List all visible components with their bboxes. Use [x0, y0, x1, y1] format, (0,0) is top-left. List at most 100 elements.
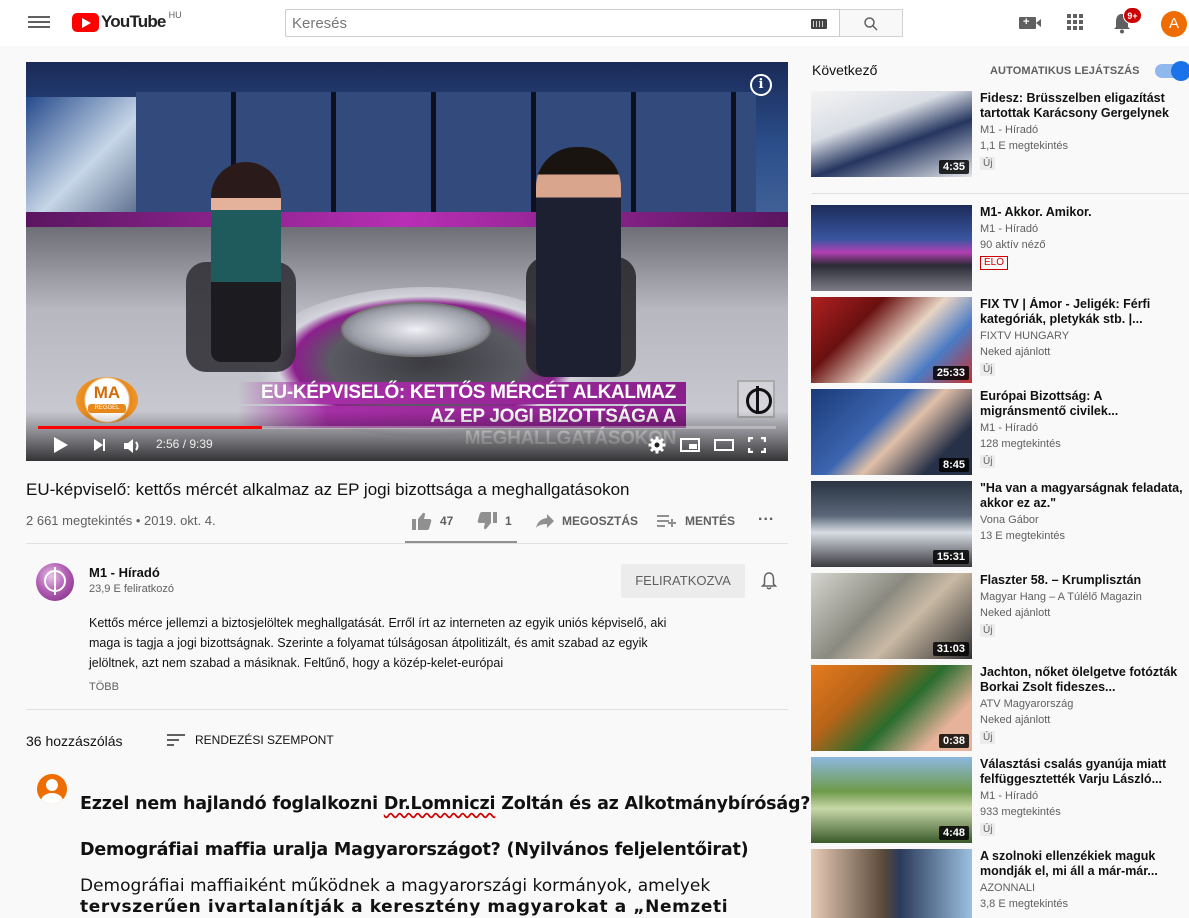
recommended-video-title[interactable]: Jachton, nőket ölelgetve fotózták Borkai…: [980, 665, 1187, 695]
video-thumbnail[interactable]: 8:45: [811, 389, 972, 475]
thumbs-up-icon: [412, 512, 432, 530]
next-icon[interactable]: [94, 439, 105, 451]
search-input[interactable]: [286, 14, 796, 32]
account-avatar[interactable]: A: [1161, 11, 1187, 37]
volume-icon[interactable]: [123, 438, 143, 454]
recommended-video[interactable]: 4:48 Választási csalás gyanúja miatt felf…: [811, 757, 1189, 843]
apps-grid-icon[interactable]: [1067, 14, 1083, 30]
miniplayer-icon[interactable]: [680, 438, 700, 452]
recommended-video-title[interactable]: A szolnoki ellenzékiek maguk mondják el,…: [980, 849, 1187, 879]
recommended-video-title[interactable]: M1- Akkor. Amikor.: [980, 205, 1187, 220]
recommended-video[interactable]: M1- Akkor. Amikor. M1 - Híradó 90 aktív né…: [811, 205, 1189, 291]
progress-bar[interactable]: [38, 426, 776, 429]
duration-badge: 15:31: [932, 550, 969, 564]
sort-icon: [167, 734, 185, 746]
duration-badge: 8:45: [938, 458, 969, 472]
duration-badge: 25:33: [932, 366, 969, 380]
user-avatar[interactable]: [37, 774, 67, 804]
time-display: 2:56 / 9:39: [156, 437, 213, 451]
subscribed-button[interactable]: FELIRATKOZVA: [621, 564, 745, 598]
video-thumbnail[interactable]: 15:31: [811, 481, 972, 567]
theater-mode-icon[interactable]: [714, 439, 734, 451]
comment-heading-2: Demográfiai maffia uralja Magyarországot…: [80, 840, 749, 860]
video-player[interactable]: i MA REGGEL EU-KÉPVISELŐ: KETTŐS MÉRCÉT …: [26, 62, 788, 461]
video-thumbnail[interactable]: 25:33: [811, 297, 972, 383]
recommended-video[interactable]: 8:45 Európai Bizottság: A migránsmentő ci…: [811, 389, 1189, 475]
new-badge: Új: [980, 157, 996, 170]
recommended-video-channel: AZONNALI: [980, 882, 1036, 894]
divider: [26, 709, 788, 710]
comment-body-line1: Demográfiai maffiaiként működnek a magya…: [80, 876, 711, 896]
comment-body: Demográfiai maffiaiként működnek a magya…: [80, 876, 780, 918]
channel-bell-icon[interactable]: [761, 572, 777, 590]
video-thumbnail[interactable]: 4:48: [811, 757, 972, 843]
recommended-video-title[interactable]: Választási csalás gyanúja miatt felfügge…: [980, 757, 1187, 787]
recommended-video-views: 3,8 E megtekintés: [980, 898, 1069, 910]
recommended-video-channel: M1 - Híradó: [980, 124, 1039, 136]
recommended-video[interactable]: 0:38 Jachton, nőket ölelgetve fotózták Bo…: [811, 665, 1189, 751]
recommended-video-channel: ATV Magyarország: [980, 698, 1074, 710]
keyboard-icon[interactable]: [811, 19, 827, 29]
recommended-video[interactable]: 25:33 FIX TV | Ámor - Jeligék: Férfi kate…: [811, 297, 1189, 383]
like-count: 47: [440, 514, 454, 528]
duration-badge: 0:38: [938, 734, 969, 748]
show-more-link[interactable]: TÖBB: [89, 681, 119, 693]
up-next-heading: Következő: [812, 62, 878, 78]
sort-comments-button[interactable]: RENDEZÉSI SZEMPONT: [167, 733, 334, 747]
recommended-video-title[interactable]: "Ha van a magyarságnak feladata, akkor e…: [980, 481, 1187, 511]
play-icon[interactable]: [54, 437, 68, 453]
fullscreen-icon[interactable]: [748, 437, 766, 453]
recommended-video-title[interactable]: Európai Bizottság: A migránsmentő civile…: [980, 389, 1187, 419]
comment-body-line2: tervszerűen ivartalanítják a keresztény …: [80, 897, 729, 917]
lower-third-line1: EU-KÉPVISELŐ: KETTŐS MÉRCÉT ALKALMAZ: [238, 382, 686, 404]
comment-heading-1-start: Ezzel nem hajlandó foglalkozni: [80, 794, 384, 814]
comment-count: 36 hozzászólás: [26, 733, 123, 749]
recommended-video[interactable]: A szolnoki ellenzékiek maguk mondják el,…: [811, 849, 1189, 918]
like-button[interactable]: 47: [412, 511, 453, 531]
recommended-video-views: Neked ajánlott: [980, 607, 1051, 619]
new-badge: Új: [980, 731, 996, 744]
video-thumbnail[interactable]: 31:03: [811, 573, 972, 659]
create-video-icon[interactable]: +: [1019, 16, 1041, 29]
notification-badge: 9+: [1123, 7, 1142, 24]
settings-gear-icon[interactable]: [648, 436, 666, 454]
video-meta: 2 661 megtekintés • 2019. okt. 4.: [26, 513, 216, 528]
comment-heading-1: Ezzel nem hajlandó foglalkozni Dr.Lomnic…: [80, 794, 810, 814]
new-badge: Új: [980, 823, 996, 836]
autoplay-toggle[interactable]: [1155, 61, 1189, 81]
guest-figure: [536, 147, 621, 377]
youtube-play-icon: [72, 12, 99, 32]
live-badge: ÉLŐ: [980, 256, 1009, 270]
add-to-playlist-icon: [657, 515, 676, 527]
channel-name[interactable]: M1 - Híradó: [89, 565, 160, 580]
share-button[interactable]: MEGOSZTÁS: [536, 511, 638, 531]
video-thumbnail[interactable]: [811, 849, 972, 918]
hamburger-menu-icon[interactable]: [28, 13, 50, 33]
recommended-video-title[interactable]: Fidesz: Brüsszelben eligazítást tartotta…: [980, 91, 1187, 121]
recommended-video-views: Neked ajánlott: [980, 714, 1051, 726]
video-thumbnail[interactable]: 0:38: [811, 665, 972, 751]
recommended-video-views: 933 megtekintés: [980, 806, 1061, 818]
recommended-video[interactable]: 4:35 Fidesz: Brüsszelben eligazítást tart…: [811, 91, 1189, 177]
duration-badge: 4:48: [938, 826, 969, 840]
video-thumbnail[interactable]: 4:35: [811, 91, 972, 177]
recommended-video-channel: FIXTV HUNGARY: [980, 330, 1070, 342]
youtube-logo[interactable]: YouTube HU: [72, 10, 182, 32]
video-thumbnail[interactable]: [811, 205, 972, 291]
save-button[interactable]: MENTÉS: [657, 511, 735, 531]
recommended-video-title[interactable]: Flaszter 58. – Krumplisztán: [980, 573, 1187, 588]
recommended-video[interactable]: 31:03 Flaszter 58. – Krumplisztán Magyar H…: [811, 573, 1189, 659]
progress-fill: [38, 426, 263, 429]
info-icon[interactable]: i: [750, 74, 772, 96]
logo-text: YouTube: [101, 12, 166, 31]
channel-avatar[interactable]: [36, 563, 74, 601]
recommended-video[interactable]: 15:31 "Ha van a magyarságnak feladata, ak…: [811, 481, 1189, 567]
recommended-video-views: 13 E megtekintés: [980, 530, 1065, 542]
sidebar-divider: [812, 193, 1189, 194]
more-actions-button[interactable]: ...: [758, 506, 774, 526]
search-button[interactable]: [840, 9, 903, 37]
recommended-video-title[interactable]: FIX TV | Ámor - Jeligék: Férfi kategóriá…: [980, 297, 1187, 327]
new-badge: Új: [980, 624, 996, 637]
recommended-video-channel: M1 - Híradó: [980, 422, 1039, 434]
dislike-button[interactable]: 1: [477, 511, 512, 531]
